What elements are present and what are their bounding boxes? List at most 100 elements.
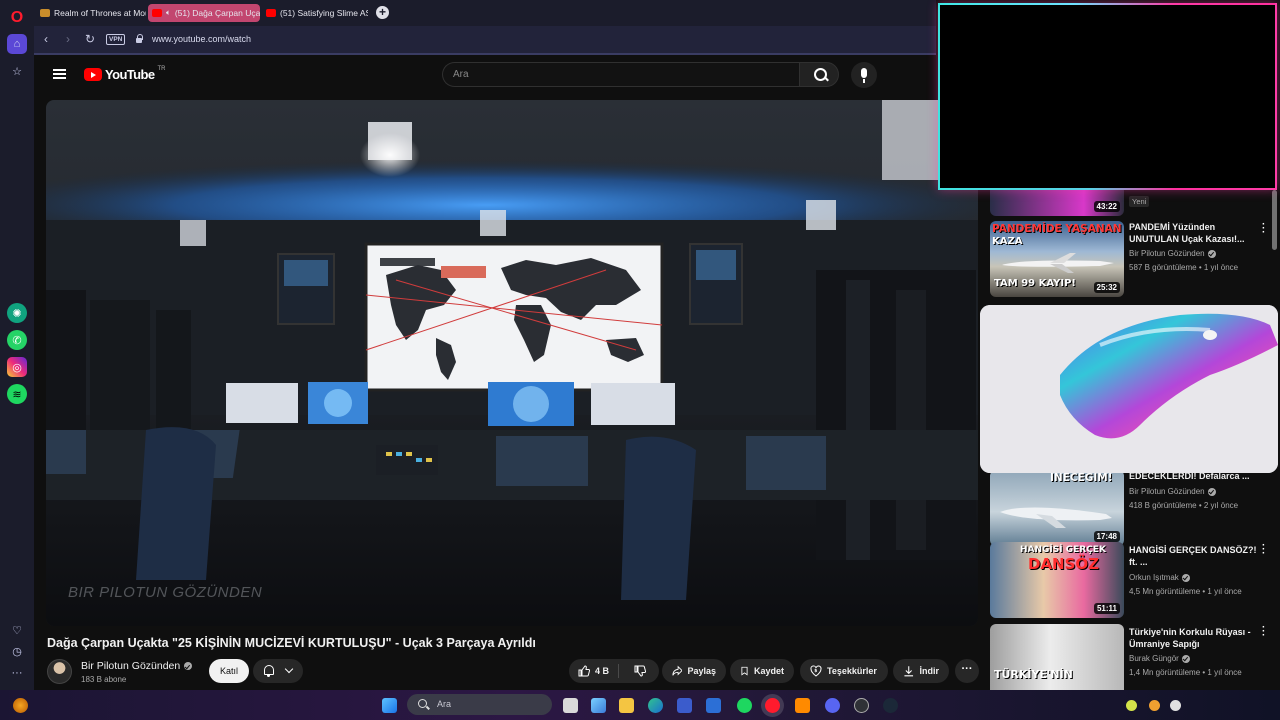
video-title[interactable]: PANDEMİ Yüzünden UNUTULAN Uçak Kazası!..… xyxy=(1129,221,1265,245)
thumbnail-caption: KAZA xyxy=(992,236,1023,247)
speaker-icon[interactable]: 🔈︎ xyxy=(166,8,171,18)
heart-icon[interactable]: ♡ xyxy=(7,620,27,640)
mail-icon[interactable] xyxy=(706,698,721,713)
video-title: Dağa Çarpan Uçakta "25 KİŞİNİN MUCİZEVİ … xyxy=(47,636,536,650)
spotify-icon[interactable]: ≋ xyxy=(7,384,27,404)
tray-icon[interactable] xyxy=(1170,700,1181,711)
recommendation-item[interactable]: HANGİSİ GERÇEK DANSÖZ 51:11 HANGİSİ GERÇ… xyxy=(990,541,1280,618)
like-button[interactable]: 4 B xyxy=(569,664,620,678)
scrollbar[interactable] xyxy=(1272,190,1277,250)
thumbs-up-icon xyxy=(578,665,590,677)
channel-name[interactable]: Burak Güngör xyxy=(1129,654,1190,663)
channel-avatar[interactable] xyxy=(47,659,72,684)
thumbnail-caption: HANGİSİ GERÇEK xyxy=(1020,545,1106,555)
kebab-menu-icon[interactable]: · · · xyxy=(1262,541,1266,559)
instagram-icon[interactable]: ◎ xyxy=(7,357,27,377)
star-icon[interactable]: ☆ xyxy=(7,61,27,81)
recommendation-item[interactable]: İNECEĞİM! 17:48 EDECEKLERDİ! Defalarca .… xyxy=(990,470,1280,546)
taskbar-search-input[interactable]: Ara xyxy=(407,694,552,715)
thanks-button[interactable]: $ Teşekkürler xyxy=(800,659,888,683)
forward-button[interactable]: › xyxy=(61,32,75,46)
home-icon[interactable]: ⌂ xyxy=(7,34,27,54)
dislike-button[interactable] xyxy=(624,665,656,677)
video-thumbnail[interactable]: TÜRKİYE'NİN xyxy=(990,624,1124,690)
webcam-overlay-frame xyxy=(938,3,1277,190)
file-explorer-icon[interactable] xyxy=(619,698,634,713)
tray-icon[interactable] xyxy=(1149,700,1160,711)
back-button[interactable]: ‹ xyxy=(39,32,53,46)
channel-name[interactable]: Bir Pilotun Gözünden xyxy=(81,660,193,672)
verified-icon xyxy=(1207,249,1216,258)
thumbnail-caption: PANDEMİDE YAŞANAN xyxy=(992,223,1122,235)
recommendation-item[interactable]: PANDEMİDE YAŞANAN KAZA TAM 99 KAYIP! 25:… xyxy=(990,220,1280,297)
task-view-icon[interactable] xyxy=(563,698,578,713)
video-thumbnail[interactable]: İNECEĞİM! 17:48 xyxy=(990,470,1124,546)
save-button[interactable]: Kaydet xyxy=(730,659,794,683)
tab-bar: Realm of Thrones at Mour 🔈︎ (51) Dağa Ça… xyxy=(34,0,936,26)
calculator-icon[interactable] xyxy=(677,698,692,713)
slime-video-frame xyxy=(980,305,1278,473)
taskbar-search-placeholder: Ara xyxy=(437,699,452,709)
notification-button[interactable] xyxy=(253,659,303,683)
opera-icon[interactable] xyxy=(765,698,780,713)
obs-icon[interactable] xyxy=(854,698,869,713)
tab-realm-of-thrones[interactable]: Realm of Thrones at Mour xyxy=(36,4,146,22)
youtube-favicon-icon xyxy=(266,9,276,17)
recommendation-item[interactable]: 43:22 Yeni xyxy=(990,188,1280,216)
steam-icon[interactable] xyxy=(883,698,898,713)
video-player[interactable]: BIR PILOTUN GÖZÜNDEN xyxy=(46,100,978,626)
menu-icon[interactable] xyxy=(53,69,66,79)
url-field[interactable]: www.youtube.com/watch xyxy=(152,34,251,44)
kebab-menu-icon[interactable]: · · · xyxy=(1262,220,1266,238)
microphone-icon[interactable] xyxy=(851,62,877,88)
address-bar: ‹ › ↻ VPN www.youtube.com/watch xyxy=(34,26,936,53)
kebab-menu-icon[interactable]: · · · xyxy=(1262,623,1266,641)
widgets-icon[interactable] xyxy=(591,698,606,713)
picture-in-picture-video[interactable] xyxy=(980,305,1278,473)
video-title[interactable]: HANGİSİ GERÇEK DANSÖZ?! ft. ... xyxy=(1129,544,1265,568)
video-meta: 1,4 Mn görüntüleme • 1 yıl önce xyxy=(1129,668,1242,677)
more-icon[interactable]: ··· xyxy=(7,663,27,683)
search-input[interactable]: Ara xyxy=(442,62,799,87)
more-actions-button[interactable]: ··· xyxy=(955,659,979,683)
tab-slime-asmr[interactable]: (51) Satisfying Slime ASMR xyxy=(262,4,368,22)
weather-icon[interactable] xyxy=(13,698,28,713)
chatgpt-icon[interactable]: ✺ xyxy=(7,303,27,323)
channel-name[interactable]: Bir Pilotun Gözünden xyxy=(1129,487,1216,496)
search-icon[interactable] xyxy=(799,62,839,87)
edge-icon[interactable] xyxy=(648,698,663,713)
new-tab-button[interactable]: + xyxy=(376,6,389,19)
video-meta: 4,5 Mn görüntüleme • 1 yıl önce xyxy=(1129,587,1242,596)
video-duration: 25:32 xyxy=(1093,282,1120,293)
video-thumbnail[interactable]: 43:22 xyxy=(990,188,1124,216)
history-icon[interactable]: ◷ xyxy=(7,641,27,661)
whatsapp-icon[interactable]: ✆ xyxy=(7,330,27,350)
recommendation-item[interactable]: TÜRKİYE'NİN Türkiye'nin Korkulu Rüyası -… xyxy=(990,623,1280,690)
video-thumbnail[interactable]: HANGİSİ GERÇEK DANSÖZ 51:11 xyxy=(990,542,1124,618)
channel-name-label[interactable]: Bir Pilotun Gözünden xyxy=(81,660,180,672)
channel-name[interactable]: Bir Pilotun Gözünden xyxy=(1129,249,1216,258)
app-icon[interactable] xyxy=(795,698,810,713)
spotify-icon[interactable] xyxy=(737,698,752,713)
video-title[interactable]: Türkiye'nin Korkulu Rüyası - Ümraniye Sa… xyxy=(1129,626,1265,650)
video-thumbnail[interactable]: PANDEMİDE YAŞANAN KAZA TAM 99 KAYIP! 25:… xyxy=(990,221,1124,297)
youtube-logo[interactable]: YouTube TR xyxy=(84,66,165,82)
windows-start-icon[interactable] xyxy=(382,698,397,713)
share-button[interactable]: Paylaş xyxy=(662,659,726,683)
reload-button[interactable]: ↻ xyxy=(83,32,97,46)
thumbnail-caption: TAM 99 KAYIP! xyxy=(994,278,1076,289)
download-icon xyxy=(904,666,914,677)
channel-name[interactable]: Orkun Işıtmak xyxy=(1129,573,1190,582)
tab-youtube-active[interactable]: 🔈︎ (51) Dağa Çarpan Uça xyxy=(148,4,260,22)
youtube-wordmark: YouTube xyxy=(105,67,155,82)
download-button[interactable]: İndir xyxy=(893,659,949,683)
discord-icon[interactable] xyxy=(825,698,840,713)
favicon-icon xyxy=(40,9,50,17)
lock-icon[interactable] xyxy=(136,34,143,43)
opera-logo-icon[interactable]: O xyxy=(7,8,27,28)
tray-icon[interactable] xyxy=(1126,700,1137,711)
vpn-badge[interactable]: VPN xyxy=(106,34,126,45)
join-button[interactable]: Katıl xyxy=(209,659,249,683)
thumbnail-caption: DANSÖZ xyxy=(1028,555,1100,573)
thanks-label: Teşekkürler xyxy=(827,666,877,676)
